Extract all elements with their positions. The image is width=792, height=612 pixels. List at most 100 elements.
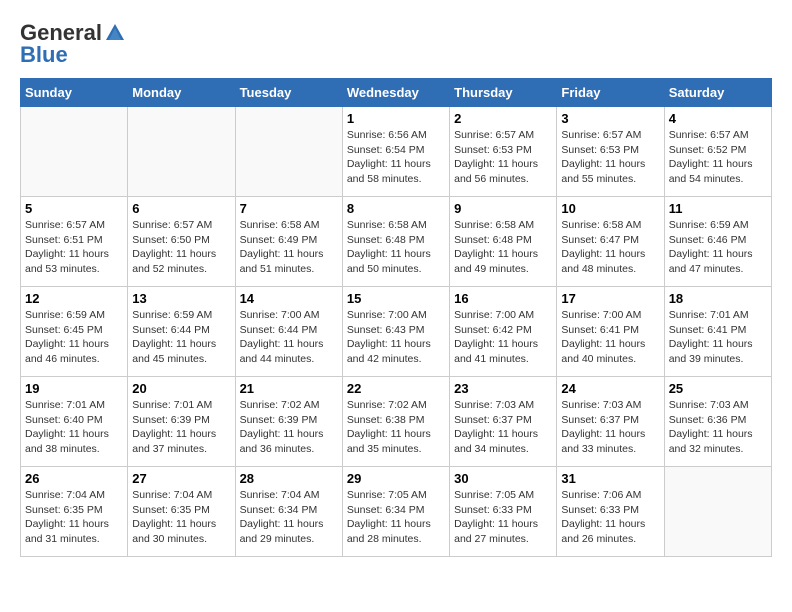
calendar-cell: 19 Sunrise: 7:01 AM Sunset: 6:40 PM Dayli… [21,377,128,467]
day-info: Sunrise: 6:58 AM Sunset: 6:48 PM Dayligh… [347,218,445,277]
calendar-cell [128,107,235,197]
day-info: Sunrise: 7:03 AM Sunset: 6:37 PM Dayligh… [454,398,552,457]
day-number: 20 [132,381,230,396]
day-number: 10 [561,201,659,216]
day-info: Sunrise: 6:57 AM Sunset: 6:51 PM Dayligh… [25,218,123,277]
logo-icon [104,22,126,44]
calendar-week-row: 19 Sunrise: 7:01 AM Sunset: 6:40 PM Dayli… [21,377,772,467]
logo: General Blue [20,20,126,68]
day-number: 23 [454,381,552,396]
calendar-header-row: SundayMondayTuesdayWednesdayThursdayFrid… [21,79,772,107]
calendar-cell: 11 Sunrise: 6:59 AM Sunset: 6:46 PM Dayli… [664,197,771,287]
day-number: 4 [669,111,767,126]
day-info: Sunrise: 6:57 AM Sunset: 6:53 PM Dayligh… [454,128,552,187]
day-info: Sunrise: 7:04 AM Sunset: 6:34 PM Dayligh… [240,488,338,547]
calendar-cell: 20 Sunrise: 7:01 AM Sunset: 6:39 PM Dayli… [128,377,235,467]
day-number: 28 [240,471,338,486]
calendar-cell: 6Sunrise: 6:57 AM Sunset: 6:50 PM Daylig… [128,197,235,287]
day-info: Sunrise: 6:56 AM Sunset: 6:54 PM Dayligh… [347,128,445,187]
day-info: Sunrise: 7:01 AM Sunset: 6:40 PM Dayligh… [25,398,123,457]
day-number: 2 [454,111,552,126]
page-header: General Blue [20,20,772,68]
weekday-header: Tuesday [235,79,342,107]
day-info: Sunrise: 7:05 AM Sunset: 6:33 PM Dayligh… [454,488,552,547]
calendar-cell: 14 Sunrise: 7:00 AM Sunset: 6:44 PM Dayli… [235,287,342,377]
day-info: Sunrise: 6:59 AM Sunset: 6:45 PM Dayligh… [25,308,123,367]
calendar-week-row: 1 Sunrise: 6:56 AM Sunset: 6:54 PM Daylig… [21,107,772,197]
day-number: 7 [240,201,338,216]
day-info: Sunrise: 7:04 AM Sunset: 6:35 PM Dayligh… [132,488,230,547]
day-number: 30 [454,471,552,486]
day-info: Sunrise: 7:00 AM Sunset: 6:44 PM Dayligh… [240,308,338,367]
day-number: 5 [25,201,123,216]
calendar-cell: 2 Sunrise: 6:57 AM Sunset: 6:53 PM Daylig… [450,107,557,197]
calendar-cell: 16 Sunrise: 7:00 AM Sunset: 6:42 PM Dayli… [450,287,557,377]
day-info: Sunrise: 7:01 AM Sunset: 6:41 PM Dayligh… [669,308,767,367]
calendar-cell: 8 Sunrise: 6:58 AM Sunset: 6:48 PM Daylig… [342,197,449,287]
day-number: 25 [669,381,767,396]
day-number: 19 [25,381,123,396]
day-number: 17 [561,291,659,306]
weekday-header: Saturday [664,79,771,107]
day-info: Sunrise: 6:57 AM Sunset: 6:53 PM Dayligh… [561,128,659,187]
day-number: 8 [347,201,445,216]
day-number: 29 [347,471,445,486]
calendar-week-row: 5 Sunrise: 6:57 AM Sunset: 6:51 PM Daylig… [21,197,772,287]
day-number: 18 [669,291,767,306]
calendar-cell: 7 Sunrise: 6:58 AM Sunset: 6:49 PM Daylig… [235,197,342,287]
day-number: 26 [25,471,123,486]
calendar-cell: 21 Sunrise: 7:02 AM Sunset: 6:39 PM Dayli… [235,377,342,467]
calendar-cell: 29Sunrise: 7:05 AM Sunset: 6:34 PM Dayli… [342,467,449,557]
day-info: Sunrise: 6:58 AM Sunset: 6:47 PM Dayligh… [561,218,659,277]
calendar-cell [664,467,771,557]
day-number: 16 [454,291,552,306]
day-info: Sunrise: 7:01 AM Sunset: 6:39 PM Dayligh… [132,398,230,457]
calendar-cell: 25 Sunrise: 7:03 AM Sunset: 6:36 PM Dayli… [664,377,771,467]
calendar-cell: 27Sunrise: 7:04 AM Sunset: 6:35 PM Dayli… [128,467,235,557]
calendar-cell: 12Sunrise: 6:59 AM Sunset: 6:45 PM Dayli… [21,287,128,377]
day-number: 6 [132,201,230,216]
calendar-cell: 1 Sunrise: 6:56 AM Sunset: 6:54 PM Daylig… [342,107,449,197]
calendar-cell [21,107,128,197]
calendar-cell: 9Sunrise: 6:58 AM Sunset: 6:48 PM Daylig… [450,197,557,287]
day-number: 21 [240,381,338,396]
day-info: Sunrise: 7:00 AM Sunset: 6:43 PM Dayligh… [347,308,445,367]
calendar-cell: 23 Sunrise: 7:03 AM Sunset: 6:37 PM Dayli… [450,377,557,467]
calendar-cell [235,107,342,197]
day-info: Sunrise: 6:57 AM Sunset: 6:52 PM Dayligh… [669,128,767,187]
calendar-week-row: 12Sunrise: 6:59 AM Sunset: 6:45 PM Dayli… [21,287,772,377]
day-number: 13 [132,291,230,306]
weekday-header: Friday [557,79,664,107]
calendar-cell: 30 Sunrise: 7:05 AM Sunset: 6:33 PM Dayli… [450,467,557,557]
calendar-cell: 22 Sunrise: 7:02 AM Sunset: 6:38 PM Dayli… [342,377,449,467]
day-info: Sunrise: 6:59 AM Sunset: 6:44 PM Dayligh… [132,308,230,367]
weekday-header: Thursday [450,79,557,107]
day-info: Sunrise: 7:03 AM Sunset: 6:37 PM Dayligh… [561,398,659,457]
day-info: Sunrise: 7:00 AM Sunset: 6:41 PM Dayligh… [561,308,659,367]
calendar-cell: 5 Sunrise: 6:57 AM Sunset: 6:51 PM Daylig… [21,197,128,287]
day-info: Sunrise: 7:04 AM Sunset: 6:35 PM Dayligh… [25,488,123,547]
day-info: Sunrise: 6:59 AM Sunset: 6:46 PM Dayligh… [669,218,767,277]
day-info: Sunrise: 7:03 AM Sunset: 6:36 PM Dayligh… [669,398,767,457]
calendar-cell: 31 Sunrise: 7:06 AM Sunset: 6:33 PM Dayli… [557,467,664,557]
day-number: 31 [561,471,659,486]
day-number: 1 [347,111,445,126]
day-number: 15 [347,291,445,306]
day-number: 22 [347,381,445,396]
calendar-cell: 26 Sunrise: 7:04 AM Sunset: 6:35 PM Dayli… [21,467,128,557]
calendar-cell: 4 Sunrise: 6:57 AM Sunset: 6:52 PM Daylig… [664,107,771,197]
weekday-header: Monday [128,79,235,107]
calendar-cell: 17 Sunrise: 7:00 AM Sunset: 6:41 PM Dayli… [557,287,664,377]
day-info: Sunrise: 7:06 AM Sunset: 6:33 PM Dayligh… [561,488,659,547]
day-info: Sunrise: 6:58 AM Sunset: 6:49 PM Dayligh… [240,218,338,277]
weekday-header: Sunday [21,79,128,107]
day-number: 11 [669,201,767,216]
day-number: 14 [240,291,338,306]
day-info: Sunrise: 7:00 AM Sunset: 6:42 PM Dayligh… [454,308,552,367]
calendar-cell: 18 Sunrise: 7:01 AM Sunset: 6:41 PM Dayli… [664,287,771,377]
day-info: Sunrise: 7:02 AM Sunset: 6:38 PM Dayligh… [347,398,445,457]
day-info: Sunrise: 6:58 AM Sunset: 6:48 PM Dayligh… [454,218,552,277]
day-info: Sunrise: 7:02 AM Sunset: 6:39 PM Dayligh… [240,398,338,457]
day-number: 3 [561,111,659,126]
calendar-cell: 10 Sunrise: 6:58 AM Sunset: 6:47 PM Dayli… [557,197,664,287]
